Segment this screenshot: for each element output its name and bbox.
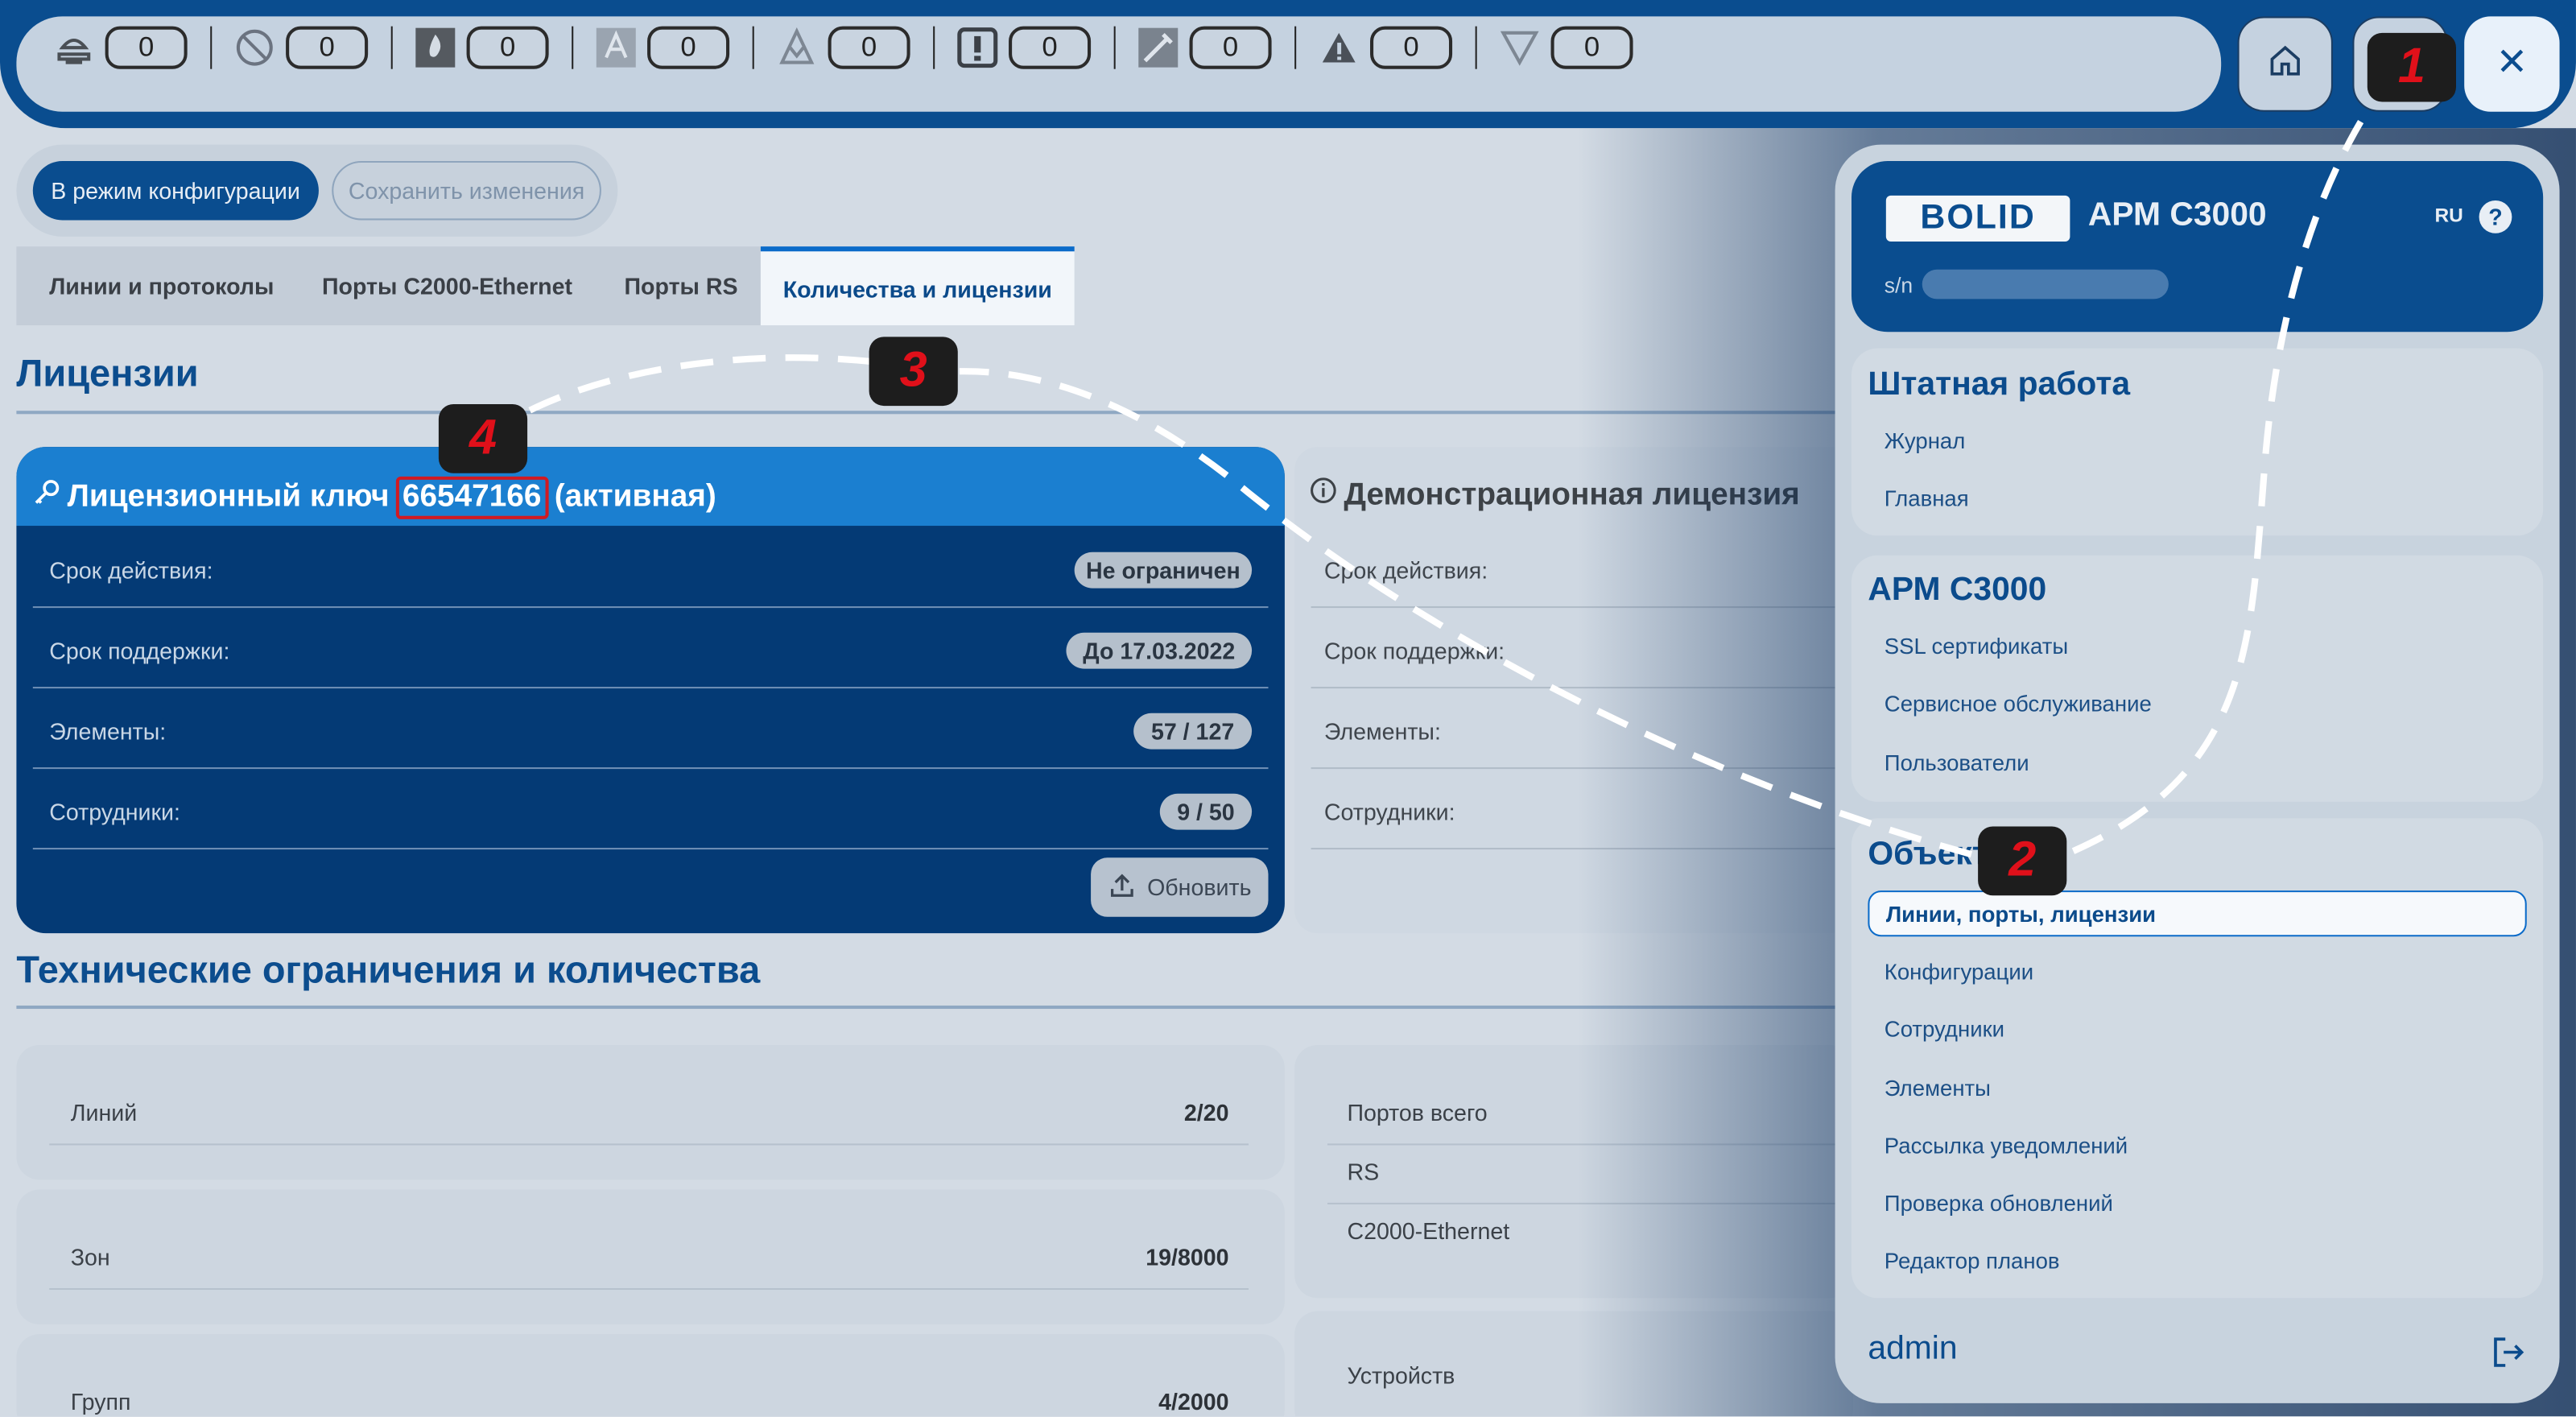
annotation-marker-4: 4 xyxy=(438,404,528,473)
arrow-1-to-2 xyxy=(2071,119,2364,854)
arrow-3-to-4 xyxy=(521,354,872,417)
annotation-arrows xyxy=(521,119,2364,858)
annotation-marker-2: 2 xyxy=(1978,826,2067,896)
annotation-marker-3: 3 xyxy=(869,337,958,407)
arrow-2-to-3 xyxy=(959,368,1973,858)
annotation-marker-1: 1 xyxy=(2367,32,2456,102)
app-root: 0 0 0 0 0 0 0 0 0 В режим конфигурации С… xyxy=(0,0,2576,1417)
